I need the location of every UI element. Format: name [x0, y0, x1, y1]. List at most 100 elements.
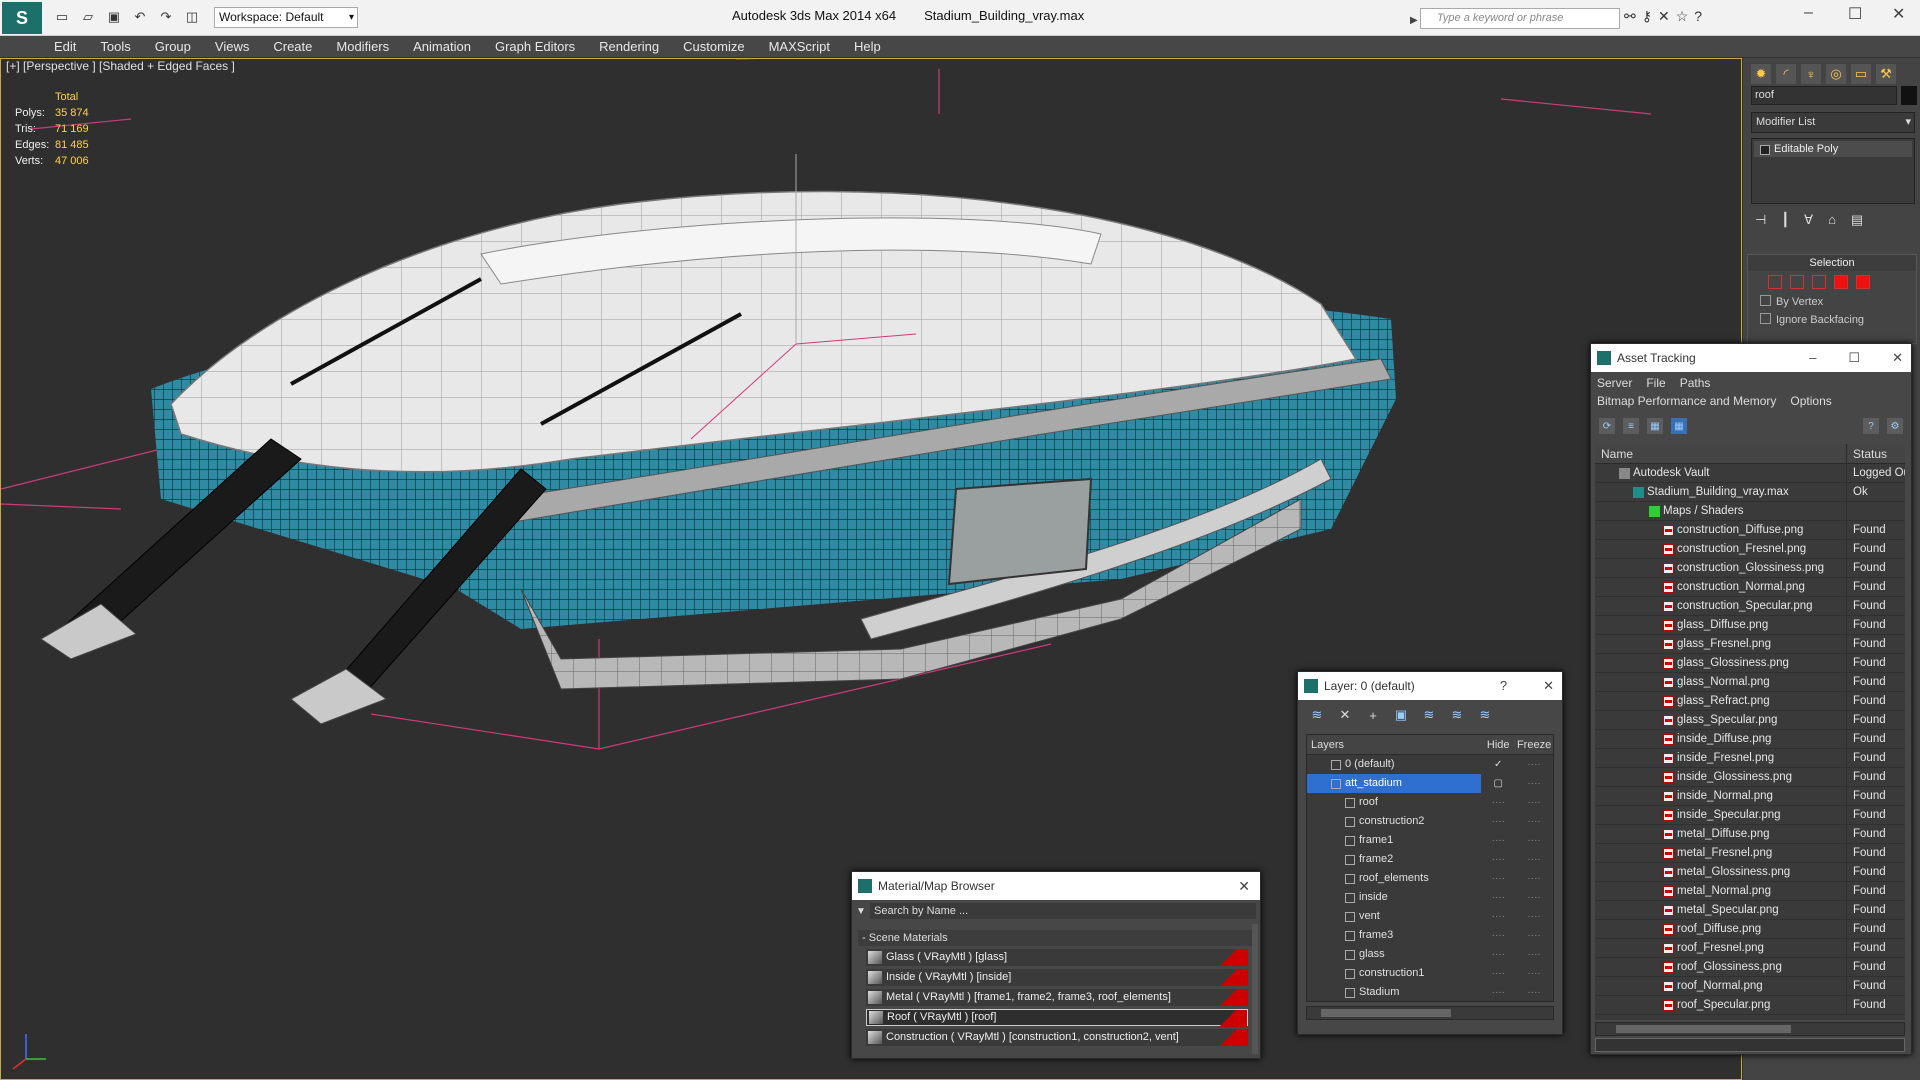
layer-hide-toggle[interactable]: ····: [1481, 983, 1515, 1001]
menu-file[interactable]: File: [1646, 376, 1665, 392]
maximize-icon[interactable]: ☐: [1848, 344, 1860, 372]
layer-hide-toggle[interactable]: ····: [1481, 831, 1515, 850]
material-item[interactable]: Inside ( VRayMtl ) [inside]: [866, 969, 1248, 986]
material-item[interactable]: Glass ( VRayMtl ) [glass]: [866, 949, 1248, 966]
table-row[interactable]: inside_Fresnel.png Found: [1595, 749, 1905, 768]
table-row[interactable]: inside_Glossiness.png Found: [1595, 768, 1905, 787]
table-row[interactable]: construction_Diffuse.png Found: [1595, 521, 1905, 540]
horizontal-scrollbar[interactable]: [1595, 1022, 1905, 1036]
stack-item-editable-poly[interactable]: Editable Poly: [1754, 141, 1912, 157]
viewport-label[interactable]: [+] [Perspective ] [Shaded + Edged Faces…: [6, 59, 235, 73]
workspace-dropdown[interactable]: Workspace: Default: [214, 7, 358, 28]
connect-icon[interactable]: ✕: [1658, 8, 1670, 25]
layer-freeze-toggle[interactable]: ····: [1515, 964, 1553, 983]
table-row[interactable]: inside_Normal.png Found: [1595, 787, 1905, 806]
layer-row[interactable]: inside ···· ····: [1307, 888, 1553, 907]
create-layer-icon[interactable]: ≋: [1308, 706, 1326, 724]
table-row[interactable]: construction_Specular.png Found: [1595, 597, 1905, 616]
table-row[interactable]: construction_Glossiness.png Found: [1595, 559, 1905, 578]
utilities-tab-icon[interactable]: ⚒: [1876, 64, 1896, 84]
settings-icon[interactable]: ⚙: [1887, 418, 1903, 434]
material-item[interactable]: Metal ( VRayMtl ) [frame1, frame2, frame…: [866, 989, 1248, 1006]
layer-row[interactable]: frame3 ···· ····: [1307, 926, 1553, 945]
menu-options[interactable]: Options: [1790, 392, 1831, 412]
table-row[interactable]: roof_Specular.png Found: [1595, 996, 1905, 1015]
table-row[interactable]: inside_Specular.png Found: [1595, 806, 1905, 825]
hide-all-icon[interactable]: ≋: [1448, 706, 1466, 724]
menu-group[interactable]: Group: [155, 36, 191, 57]
layer-freeze-toggle[interactable]: ····: [1515, 850, 1553, 869]
configure-sets-icon[interactable]: ▤: [1851, 212, 1863, 228]
layer-row[interactable]: Stadium ···· ····: [1307, 983, 1553, 1001]
table-row[interactable]: roof_Glossiness.png Found: [1595, 958, 1905, 977]
menu-views[interactable]: Views: [215, 36, 249, 57]
layer-hide-toggle[interactable]: ····: [1481, 907, 1515, 926]
layer-row[interactable]: roof ···· ····: [1307, 793, 1553, 812]
scrollbar-thumb[interactable]: [1616, 1025, 1791, 1033]
new-file-icon[interactable]: ▭: [52, 8, 72, 26]
layer-row[interactable]: roof_elements ···· ····: [1307, 869, 1553, 888]
table-row[interactable]: glass_Normal.png Found: [1595, 673, 1905, 692]
redo-icon[interactable]: ↷: [156, 8, 176, 26]
table-row[interactable]: metal_Fresnel.png Found: [1595, 844, 1905, 863]
by-vertex-checkbox[interactable]: By Vertex: [1748, 293, 1916, 311]
table-row[interactable]: glass_Specular.png Found: [1595, 711, 1905, 730]
vertical-scrollbar[interactable]: [1252, 924, 1258, 1054]
table-row[interactable]: glass_Glossiness.png Found: [1595, 654, 1905, 673]
layer-row[interactable]: glass ···· ····: [1307, 945, 1553, 964]
make-unique-icon[interactable]: ∀: [1804, 212, 1813, 228]
select-objects-icon[interactable]: ▣: [1392, 706, 1410, 724]
menu-create[interactable]: Create: [273, 36, 312, 57]
layer-hide-toggle[interactable]: ····: [1481, 869, 1515, 888]
close-icon[interactable]: ✕: [1892, 4, 1905, 24]
app-logo-icon[interactable]: S: [2, 2, 42, 34]
menu-animation[interactable]: Animation: [413, 36, 471, 57]
help-icon[interactable]: ?: [1694, 8, 1702, 25]
table-view-icon[interactable]: ▦: [1671, 418, 1687, 434]
layer-row[interactable]: vent ···· ····: [1307, 907, 1553, 926]
object-color-swatch[interactable]: [1901, 86, 1917, 105]
close-icon[interactable]: ✕: [1892, 344, 1903, 372]
layer-row[interactable]: 0 (default) ✓ ····: [1307, 755, 1553, 774]
element-mode-icon[interactable]: [1856, 275, 1870, 289]
table-row[interactable]: roof_Normal.png Found: [1595, 977, 1905, 996]
material-item[interactable]: Construction ( VRayMtl ) [construction1,…: [866, 1029, 1248, 1046]
menu-paths[interactable]: Paths: [1680, 376, 1711, 392]
layer-row[interactable]: frame1 ···· ····: [1307, 831, 1553, 850]
table-row[interactable]: metal_Normal.png Found: [1595, 882, 1905, 901]
layer-hide-toggle[interactable]: ····: [1481, 793, 1515, 812]
layer-freeze-toggle[interactable]: ····: [1515, 945, 1553, 964]
layer-hide-toggle[interactable]: ····: [1481, 812, 1515, 831]
menu-server[interactable]: Server: [1597, 376, 1632, 392]
menu-customize[interactable]: Customize: [683, 36, 744, 57]
highlight-layer-icon[interactable]: ≋: [1420, 706, 1438, 724]
table-row[interactable]: Maps / Shaders: [1595, 502, 1905, 521]
table-row[interactable]: construction_Normal.png Found: [1595, 578, 1905, 597]
save-icon[interactable]: ▣: [104, 8, 124, 26]
menu-rendering[interactable]: Rendering: [599, 36, 659, 57]
edge-mode-icon[interactable]: [1790, 275, 1804, 289]
object-name-field[interactable]: roof: [1751, 86, 1897, 105]
layer-hide-toggle[interactable]: ····: [1481, 964, 1515, 983]
menu-edit[interactable]: Edit: [54, 36, 76, 57]
refresh-icon[interactable]: ⟳: [1599, 418, 1615, 434]
layer-freeze-toggle[interactable]: ····: [1515, 907, 1553, 926]
delete-layer-icon[interactable]: ✕: [1336, 706, 1354, 724]
layer-hide-toggle[interactable]: ····: [1481, 850, 1515, 869]
menu-maxscript[interactable]: MAXScript: [769, 36, 830, 57]
list-view-icon[interactable]: ≡: [1623, 418, 1639, 434]
menu-graph-editors[interactable]: Graph Editors: [495, 36, 575, 57]
layer-freeze-toggle[interactable]: ····: [1515, 774, 1553, 793]
table-row[interactable]: construction_Fresnel.png Found: [1595, 540, 1905, 559]
modifier-list-dropdown[interactable]: Modifier List: [1751, 112, 1915, 133]
menu-bitmap-performance[interactable]: Bitmap Performance and Memory: [1597, 392, 1776, 412]
motion-tab-icon[interactable]: ◎: [1826, 64, 1846, 84]
table-row[interactable]: inside_Diffuse.png Found: [1595, 730, 1905, 749]
layer-hide-toggle[interactable]: ✓: [1481, 755, 1515, 774]
material-item-selected[interactable]: Roof ( VRayMtl ) [roof]: [866, 1009, 1248, 1027]
polygon-mode-icon[interactable]: [1834, 275, 1848, 289]
layer-freeze-toggle[interactable]: ····: [1515, 869, 1553, 888]
column-layers[interactable]: Layers: [1307, 735, 1481, 754]
favorites-star-icon[interactable]: ☆: [1676, 8, 1689, 25]
ignore-backfacing-checkbox[interactable]: Ignore Backfacing: [1748, 311, 1916, 329]
